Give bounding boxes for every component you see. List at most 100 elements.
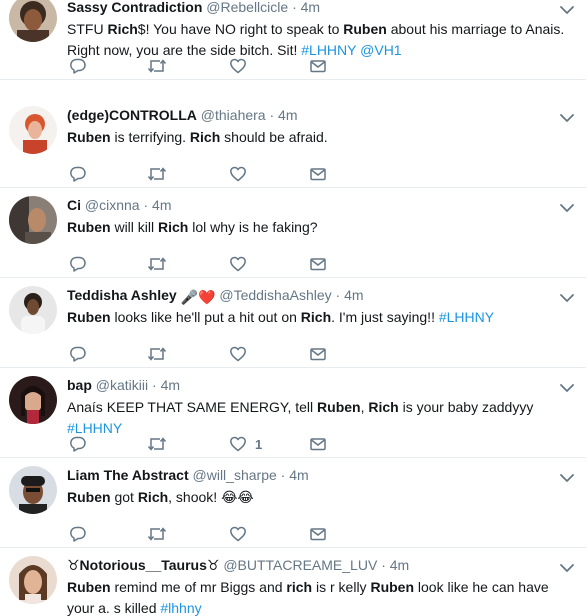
timestamp[interactable]: 4m	[344, 287, 363, 303]
text-segment: , shook! 😂😂	[168, 489, 254, 505]
user-handle[interactable]: @cixnna	[85, 197, 140, 213]
highlighted-keyword: Rich	[368, 399, 399, 415]
like-button[interactable]	[229, 56, 255, 76]
reply-icon	[69, 57, 87, 75]
display-name[interactable]: ♉Notorious__Taurus♉	[67, 557, 219, 573]
avatar[interactable]	[9, 376, 57, 424]
reply-button[interactable]	[69, 254, 87, 274]
reply-button[interactable]	[69, 434, 87, 454]
hashtag-link[interactable]: #LHHNY	[439, 309, 494, 325]
retweet-button[interactable]	[147, 164, 167, 184]
user-handle[interactable]: @TeddishaAshley	[219, 287, 331, 303]
text-segment: STFU	[67, 21, 108, 37]
avatar[interactable]	[9, 556, 57, 604]
highlighted-keyword: Ruben	[67, 129, 111, 145]
timestamp[interactable]: 4m	[390, 557, 409, 573]
display-name[interactable]: Ci	[67, 197, 81, 213]
message-button[interactable]	[309, 56, 327, 76]
tweet-6[interactable]: Liam The Abstract @will_sharpe · 4m Rube…	[0, 458, 586, 548]
reply-icon	[69, 525, 87, 543]
reply-button[interactable]	[69, 164, 87, 184]
reply-button[interactable]	[69, 344, 87, 364]
reply-icon	[69, 435, 87, 453]
tweet-3[interactable]: Ci @cixnna · 4m Ruben will kill Rich lol…	[0, 188, 586, 278]
text-segment: should be afraid.	[220, 129, 328, 145]
retweet-icon	[147, 57, 167, 75]
tweet-header: bap @katikiii · 4m	[67, 376, 180, 394]
retweet-button[interactable]	[147, 524, 167, 544]
chevron-down-icon[interactable]	[560, 110, 574, 122]
tweet-2[interactable]: (edge)CONTROLLA @thiahera · 4m Ruben is …	[0, 98, 586, 188]
message-button[interactable]	[309, 434, 327, 454]
message-button[interactable]	[309, 524, 327, 544]
like-button[interactable]	[229, 164, 255, 184]
display-name[interactable]: bap	[67, 377, 92, 393]
chevron-down-icon[interactable]	[560, 470, 574, 482]
tweet-text: STFU Rich$! You have NO right to speak t…	[67, 19, 572, 61]
reply-button[interactable]	[69, 524, 87, 544]
chevron-down-icon[interactable]	[560, 380, 574, 392]
text-segment: Anaís KEEP THAT SAME ENERGY, tell	[67, 399, 318, 415]
avatar[interactable]	[9, 466, 57, 514]
like-button[interactable]	[229, 344, 255, 364]
tweet-actions: 1	[67, 434, 367, 454]
highlighted-keyword: Rich	[107, 21, 138, 37]
avatar[interactable]	[9, 106, 57, 154]
text-segment: looks like he'll put a hit out on	[110, 309, 301, 325]
tweet-5[interactable]: bap @katikiii · 4m Anaís KEEP THAT SAME …	[0, 368, 586, 458]
tweet-header: Teddisha Ashley 🎤❤️ @TeddishaAshley · 4m	[67, 286, 364, 306]
avatar[interactable]	[9, 286, 57, 334]
tweet-7[interactable]: ♉Notorious__Taurus♉ @BUTTACREAME_LUV · 4…	[0, 548, 586, 616]
like-button[interactable]	[229, 524, 255, 544]
separator-dot: ·	[143, 197, 153, 213]
highlighted-keyword: Ruben	[67, 309, 111, 325]
timestamp[interactable]: 4m	[278, 107, 297, 123]
message-button[interactable]	[309, 254, 327, 274]
display-name[interactable]: Sassy Contradiction	[67, 0, 202, 15]
text-segment: remind me of mr Biggs and	[110, 579, 287, 595]
chevron-down-icon[interactable]	[560, 290, 574, 302]
separator-dot: ·	[152, 377, 161, 393]
text-segment: will kill	[110, 219, 159, 235]
avatar[interactable]	[9, 0, 57, 42]
text-segment: lol why is he faking?	[188, 219, 318, 235]
tweet-text: Ruben will kill Rich lol why is he fakin…	[67, 217, 572, 238]
chevron-down-icon[interactable]	[560, 200, 574, 212]
heart-icon	[229, 165, 247, 183]
display-name[interactable]: Liam The Abstract	[67, 467, 189, 483]
display-name[interactable]: (edge)CONTROLLA	[67, 107, 197, 123]
retweet-button[interactable]	[147, 344, 167, 364]
message-button[interactable]	[309, 344, 327, 364]
retweet-icon	[147, 345, 167, 363]
reply-button[interactable]	[69, 56, 87, 76]
timestamp[interactable]: 4m	[152, 197, 171, 213]
display-name[interactable]: Teddisha Ashley	[67, 287, 177, 303]
chevron-down-icon[interactable]	[560, 560, 574, 572]
message-button[interactable]	[309, 164, 327, 184]
timestamp[interactable]: 4m	[301, 0, 320, 15]
user-handle[interactable]: @katikiii	[96, 377, 148, 393]
timestamp[interactable]: 4m	[289, 467, 308, 483]
heart-icon	[229, 255, 247, 273]
tweet-header: Ci @cixnna · 4m	[67, 196, 171, 214]
tweet-1[interactable]: Sassy Contradiction @Rebellcicle · 4m ST…	[0, 0, 586, 80]
like-button[interactable]	[229, 254, 255, 274]
heart-icon	[229, 525, 247, 543]
separator-dot: ·	[280, 467, 290, 483]
like-button[interactable]: 1	[229, 434, 262, 454]
chevron-down-icon[interactable]	[560, 2, 574, 14]
retweet-icon	[147, 255, 167, 273]
retweet-button[interactable]	[147, 434, 167, 454]
user-handle[interactable]: @BUTTACREAME_LUV	[223, 557, 377, 573]
user-handle[interactable]: @thiahera	[201, 107, 266, 123]
user-handle[interactable]: @will_sharpe	[193, 467, 277, 483]
envelope-icon	[309, 165, 327, 183]
heart-icon	[229, 345, 247, 363]
user-handle[interactable]: @Rebellcicle	[206, 0, 288, 15]
retweet-icon	[147, 435, 167, 453]
retweet-button[interactable]	[147, 56, 167, 76]
timestamp[interactable]: 4m	[161, 377, 180, 393]
tweet-4[interactable]: Teddisha Ashley 🎤❤️ @TeddishaAshley · 4m…	[0, 278, 586, 368]
retweet-button[interactable]	[147, 254, 167, 274]
avatar[interactable]	[9, 196, 57, 244]
